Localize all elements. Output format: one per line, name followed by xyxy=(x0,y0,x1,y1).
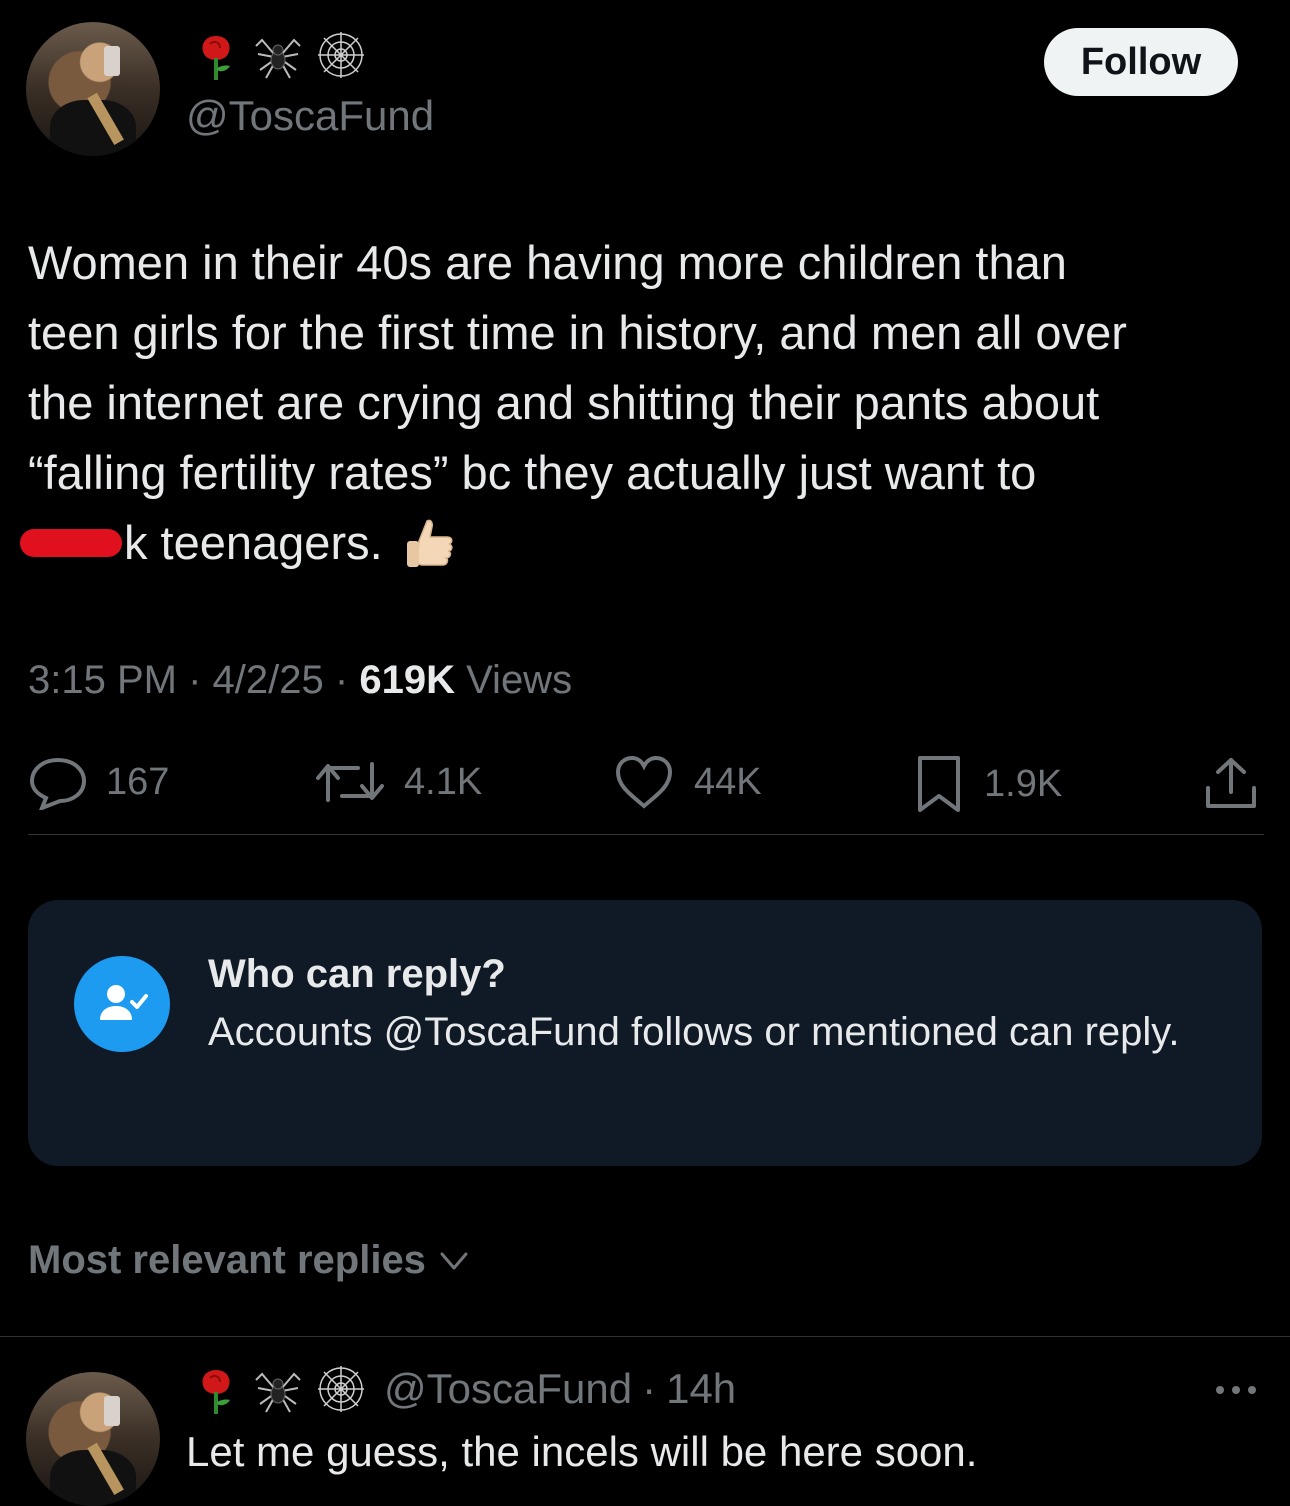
reply-restriction-card: Who can reply? Accounts @ToscaFund follo… xyxy=(28,900,1262,1166)
author-avatar[interactable] xyxy=(26,22,160,156)
thumbs-up-icon xyxy=(406,519,453,567)
spider-web-icon xyxy=(318,1366,364,1412)
person-check-icon xyxy=(100,985,148,1020)
reply-restriction-badge xyxy=(74,956,170,1052)
reply-action[interactable]: 167 xyxy=(28,754,169,810)
reply-display-name-emojis: @ToscaFund · 14h xyxy=(190,1364,736,1414)
tweet-line: teen girls for the first time in history… xyxy=(28,306,1127,359)
rose-icon xyxy=(202,36,230,80)
tweet-line: Women in their 40s are having more child… xyxy=(28,236,1067,289)
display-name-emojis xyxy=(190,30,368,80)
tweet-date[interactable]: 4/2/25 xyxy=(213,658,324,702)
spider-icon xyxy=(255,1372,301,1413)
reply-author-handle[interactable]: @ToscaFund xyxy=(384,1365,632,1413)
redaction-mark xyxy=(20,529,122,557)
chevron-down-icon xyxy=(440,1252,468,1269)
tweet-line: the internet are crying and shitting the… xyxy=(28,376,1100,429)
heart-icon xyxy=(615,755,673,809)
share-icon xyxy=(1206,758,1256,808)
tweet-time[interactable]: 3:15 PM xyxy=(28,658,177,702)
reply-age[interactable]: 14h xyxy=(666,1365,736,1413)
reply-icon xyxy=(29,757,87,810)
views-label: Views xyxy=(466,658,573,702)
replies-sort-dropdown[interactable]: Most relevant replies xyxy=(28,1238,472,1283)
actions-divider xyxy=(28,834,1264,835)
views-count: 619K xyxy=(359,658,455,702)
more-icon xyxy=(1216,1386,1256,1394)
author-handle[interactable]: @ToscaFund xyxy=(186,92,434,140)
reply-restriction-title: Who can reply? xyxy=(208,952,506,996)
bookmark-action[interactable]: 1.9K xyxy=(912,754,1062,814)
like-action[interactable]: 44K xyxy=(612,754,762,810)
repost-icon xyxy=(316,762,384,802)
repost-action[interactable]: 4.1K xyxy=(314,754,482,810)
tweet-meta: 3:15 PM · 4/2/25 · 619K Views xyxy=(28,658,573,702)
follow-button[interactable]: Follow xyxy=(1044,28,1238,96)
share-action[interactable] xyxy=(1202,754,1260,819)
tweet-line: k teenagers. xyxy=(124,516,383,569)
reply-text: Let me guess, the incels will be here so… xyxy=(186,1428,978,1475)
reply-more-button[interactable] xyxy=(1212,1380,1260,1405)
replies-divider xyxy=(0,1336,1290,1337)
spider-web-icon xyxy=(318,32,364,78)
spider-icon xyxy=(255,38,301,79)
rose-icon xyxy=(202,1370,230,1414)
reply-author-avatar[interactable] xyxy=(26,1372,160,1506)
replies-sort-label: Most relevant replies xyxy=(28,1238,426,1282)
tweet-text: Women in their 40s are having more child… xyxy=(20,228,1268,578)
tweet-line: “falling fertility rates” bc they actual… xyxy=(28,446,1037,499)
bookmark-icon xyxy=(918,756,960,812)
reply-restriction-body: Accounts @ToscaFund follows or mentioned… xyxy=(208,1010,1180,1054)
